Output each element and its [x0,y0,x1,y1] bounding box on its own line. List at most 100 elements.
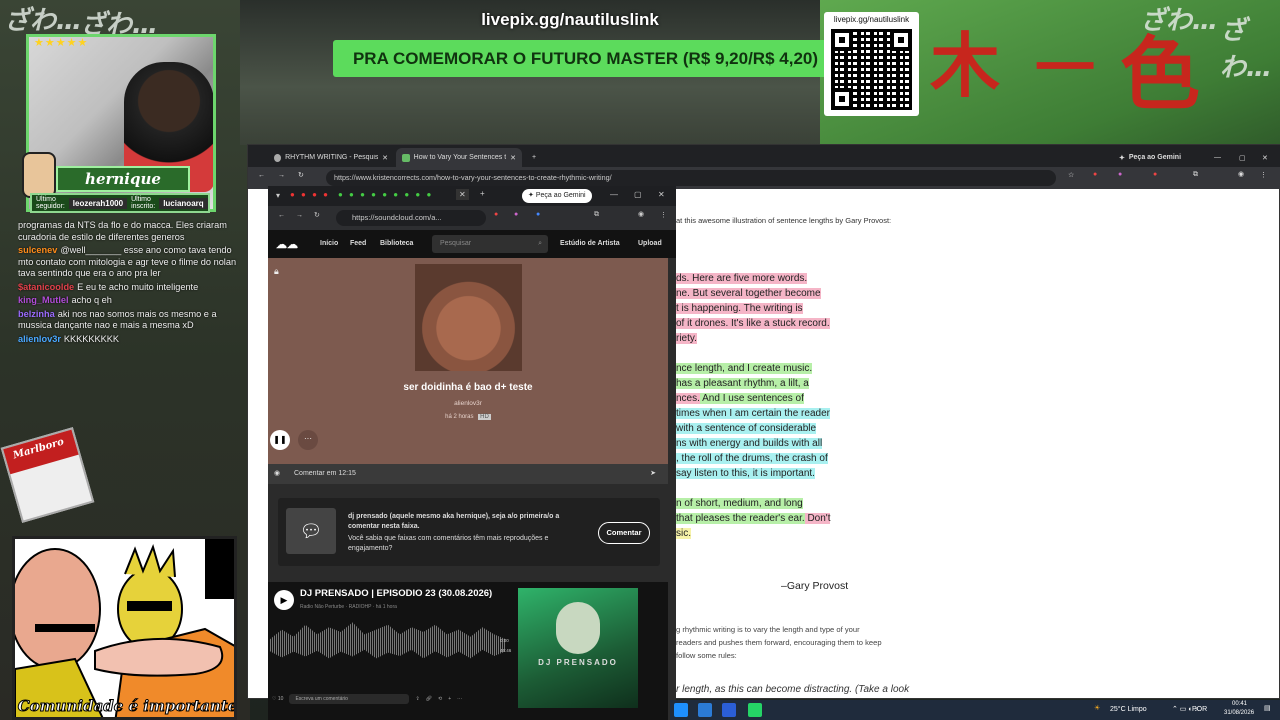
clock-date[interactable]: 31/08/2026 [1224,710,1254,716]
lock-icon: 🔒︎ [274,266,279,276]
quote-text: t is happening. The writing is [676,303,803,314]
profile-avatar[interactable]: ◉ [638,210,644,218]
chat-username[interactable]: belzinha [18,309,55,319]
weather-icon: ☀ [1094,705,1101,712]
sign-glyph: 一 [1035,34,1095,104]
menu-icon[interactable]: ⋮ [660,211,667,219]
extensions-puzzle-icon[interactable]: ⧉ [1193,171,1198,179]
quote-text: ne. But several together become [676,288,821,299]
pinned-tabs-icon[interactable]: ● ● ● ● [290,190,330,199]
feed-artwork[interactable]: DJ PRENSADO [518,588,638,708]
extension-icon[interactable]: ● [1118,171,1122,178]
comment-input[interactable]: ◉ Comentar em 12:15 ➤ [268,464,668,484]
more-icon[interactable]: ··· [457,696,462,702]
close-icon[interactable]: ✕ [382,154,388,162]
extensions-puzzle-icon[interactable]: ⧉ [594,211,599,219]
extension-icon[interactable]: ● [1153,171,1157,178]
minimize-button[interactable]: — [1208,148,1227,167]
reload-icon[interactable]: ↻ [314,211,320,219]
weather-text[interactable]: 25°C Limpo [1110,706,1147,713]
address-bar[interactable]: https://soundcloud.com/a... [336,210,486,226]
feed-comment-placeholder: Escreva um comentário [295,696,348,702]
extension-icon[interactable]: ● [494,211,498,218]
profile-avatar[interactable]: ◉ [1238,170,1244,178]
maximize-button[interactable]: ▢ [634,190,642,199]
chat-username[interactable]: alienlov3r [18,334,61,344]
taskbar-app-icon[interactable] [722,703,736,717]
quote-line: nce length, and I create music. [676,361,1276,376]
forward-icon[interactable]: → [278,172,285,179]
pinned-tabs-icon[interactable]: ● ● ● ● ● ● ● ● ● [338,190,433,199]
add-icon[interactable]: + [448,696,451,702]
qr-finder [831,88,853,110]
notifications-icon[interactable]: ▤ [1264,704,1271,712]
search-icon[interactable]: ⌕ [538,235,542,253]
waveform[interactable] [270,622,506,659]
chat-username[interactable]: king_Mutlel [18,295,69,305]
taskbar-app-icon[interactable] [674,703,688,717]
back-icon[interactable]: ← [258,172,265,179]
comment-button[interactable]: Comentar [598,522,650,544]
tab-list-icon[interactable]: ▾ [276,191,280,200]
share-icon[interactable]: ⇪ [415,696,419,702]
tab-label: How to Vary Your Sentences to [413,154,507,161]
back-icon[interactable]: ← [278,212,285,219]
new-tab-button[interactable]: + [526,148,542,167]
close-window-button[interactable]: ✕ [1256,148,1274,167]
feed-track-title[interactable]: DJ PRENSADO | EPISODIO 23 (30.08.2026) [300,588,492,599]
like-button[interactable]: ♡ 10 [272,696,283,702]
forward-icon[interactable]: → [296,212,303,219]
track-artist[interactable]: alienlov3r [268,400,668,407]
send-icon[interactable]: ➤ [650,464,656,484]
quote-text: ds. Here are five more words. [676,273,808,284]
feed-comment-input[interactable]: Escreva um comentário [289,694,410,704]
track-age: há 2 horas [445,414,474,420]
gemini-button[interactable]: ✦ Peça ao Gemini [522,189,592,203]
extension-icon[interactable]: ● [536,211,540,218]
repost-icon[interactable]: ⟲ [438,696,442,702]
close-icon[interactable]: ✕ [510,154,516,162]
extension-icon[interactable]: ● [1093,171,1097,178]
maximize-button[interactable]: ▢ [1233,148,1252,167]
sign-glyph: 木 [930,24,1000,107]
tab-vary-sentences[interactable]: How to Vary Your Sentences to ✕ [396,148,522,167]
quote-text: ns with energy and builds with all [676,438,823,449]
menu-icon[interactable]: ⋮ [1260,171,1267,179]
soundcloud-window: ▾ ● ● ● ● ● ● ● ● ● ● ● ● ● ✕ + ✦ Peça a… [268,186,676,720]
quote-line [676,346,1276,361]
nav-upload[interactable]: Upload [638,240,662,247]
nav-artist-studio[interactable]: Estúdio de Artista [560,240,620,247]
minimize-button[interactable]: — [610,190,618,199]
tab-rhythm-search[interactable]: RHYTHM WRITING - Pesquisa G ✕ [268,148,394,167]
nav-library[interactable]: Biblioteca [380,240,413,247]
sc-search-input[interactable]: Pesquisar ⌕ [432,235,548,253]
gemini-button[interactable]: ✦ Peça ao Gemini [1113,148,1187,167]
play-button[interactable]: ▶ [274,590,294,610]
qr-label: livepix.gg/nautiluslink [833,15,910,24]
follower-bar: Último seguidor: leozerah1000 Último ins… [30,193,210,213]
chat-log: programas da NTS da flo e do macca. Eles… [18,220,238,405]
keyboard-language[interactable]: POR [1192,706,1207,713]
extension-icon[interactable]: ● [514,211,518,218]
whatsapp-icon[interactable] [748,703,762,717]
chat-username[interactable]: sulcenev [18,245,57,255]
soundcloud-logo-icon[interactable]: ☁☁ [276,238,298,251]
close-window-button[interactable]: ✕ [658,190,665,199]
quote-text: say listen to this, it is important. [676,468,815,479]
nav-home[interactable]: Início [320,240,338,247]
pause-button[interactable]: ❚❚ [270,430,290,450]
track-title[interactable]: ser doidinha é bao d+ teste [268,382,668,393]
close-icon[interactable]: ✕ [456,189,469,200]
taskbar-app-icon[interactable] [698,703,712,717]
bookmark-icon[interactable]: ☆ [1068,171,1074,179]
more-button[interactable]: ··· [298,430,318,450]
paragraph-line: g rhythmic writing is to vary the length… [676,625,860,634]
link-icon[interactable]: 🔗︎ [426,696,432,702]
new-tab-button[interactable]: + [480,189,485,198]
clock-time[interactable]: 00:41 [1232,701,1247,707]
nav-feed[interactable]: Feed [350,240,366,247]
reload-icon[interactable]: ↻ [298,171,304,179]
address-bar[interactable]: https://www.kristencorrects.com/how-to-v… [326,170,1056,186]
track-time: há 2 horas HD [268,414,668,420]
chat-username[interactable]: $atanicoolde [18,282,74,292]
